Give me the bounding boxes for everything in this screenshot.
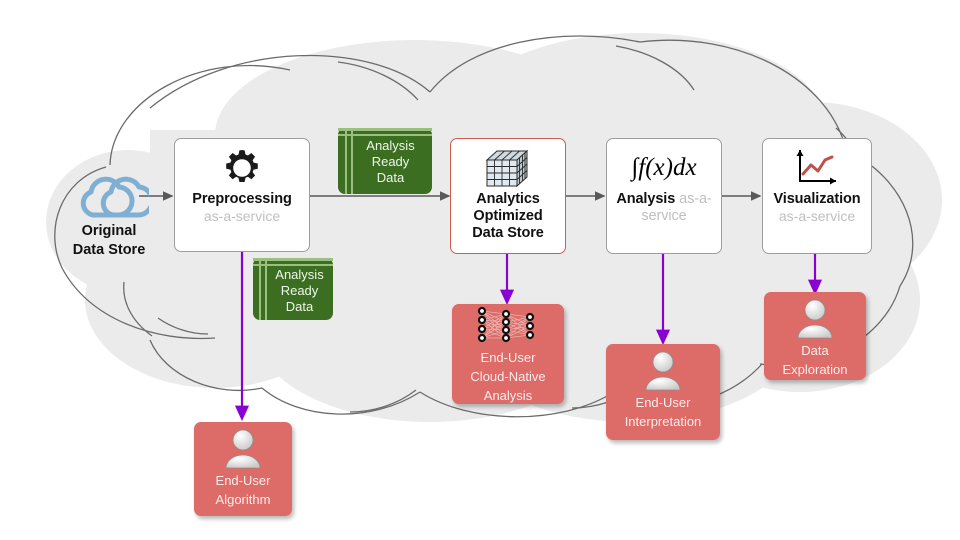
service-visualization[interactable]: Visualization as-a-service	[762, 138, 872, 254]
integral-formula-text: ∫f(x)dx	[631, 154, 697, 181]
end-user-label-1: End-User	[215, 473, 271, 488]
integral-formula-icon: ∫f(x)dx	[631, 145, 696, 191]
service-title: Preprocessing	[192, 191, 292, 207]
data-artifact-line-3: Data	[285, 299, 314, 314]
diagram-canvas: Original Data Store Preprocessing as-a-s…	[0, 0, 960, 540]
original-data-store-label-2: Data Store	[72, 242, 146, 258]
end-user-label-2: Interpretation	[624, 414, 702, 429]
data-artifact-analysis-ready-upper[interactable]: Analysis Ready Data	[338, 128, 432, 194]
end-user-label-2: Exploration	[782, 362, 848, 377]
end-user-algorithm[interactable]: End-User Algorithm	[194, 422, 292, 516]
neural-network-icon	[472, 304, 544, 347]
person-icon	[794, 292, 836, 340]
data-exploration[interactable]: Data Exploration	[764, 292, 866, 380]
gear-icon	[222, 145, 262, 191]
end-user-cloud-native-analysis[interactable]: End-User Cloud-Native Analysis	[452, 304, 564, 404]
end-user-label-2: Algorithm	[215, 492, 271, 507]
person-icon	[222, 422, 264, 470]
original-data-store[interactable]: Original Data Store	[50, 166, 168, 260]
end-user-label-1: Data	[801, 343, 829, 358]
data-cube-icon	[481, 145, 535, 191]
cloud-icon	[50, 166, 168, 222]
data-artifact-line-2: Ready	[280, 283, 319, 298]
end-user-label-1: End-User	[480, 350, 536, 365]
service-subtitle: as-a-service	[203, 208, 281, 224]
service-analysis[interactable]: ∫f(x)dx Analysis as-a-service	[606, 138, 722, 254]
data-artifact-line-1: Analysis	[366, 138, 415, 153]
service-title: Analytics Optimized Data Store	[472, 191, 544, 241]
end-user-label-3: Analysis	[483, 388, 533, 403]
person-icon	[642, 344, 684, 392]
service-preprocessing[interactable]: Preprocessing as-a-service	[174, 138, 310, 252]
data-artifact-line-1: Analysis	[275, 267, 324, 282]
service-subtitle: as-a-service	[778, 208, 856, 224]
service-analytics-optimized-data-store[interactable]: Analytics Optimized Data Store	[450, 138, 566, 254]
service-title: Analysis	[616, 191, 676, 207]
service-title: Visualization	[773, 191, 861, 207]
data-artifact-line-2: Ready	[371, 154, 410, 169]
end-user-label-1: End-User	[635, 395, 691, 410]
data-artifact-line-3: Data	[376, 170, 405, 185]
end-user-interpretation[interactable]: End-User Interpretation	[606, 344, 720, 440]
end-user-label-2: Cloud-Native	[470, 369, 546, 384]
data-artifact-analysis-ready-lower[interactable]: Analysis Ready Data	[253, 258, 333, 320]
cloud-backdrop	[46, 33, 942, 422]
line-chart-icon	[791, 145, 843, 191]
original-data-store-label-1: Original	[81, 223, 137, 239]
